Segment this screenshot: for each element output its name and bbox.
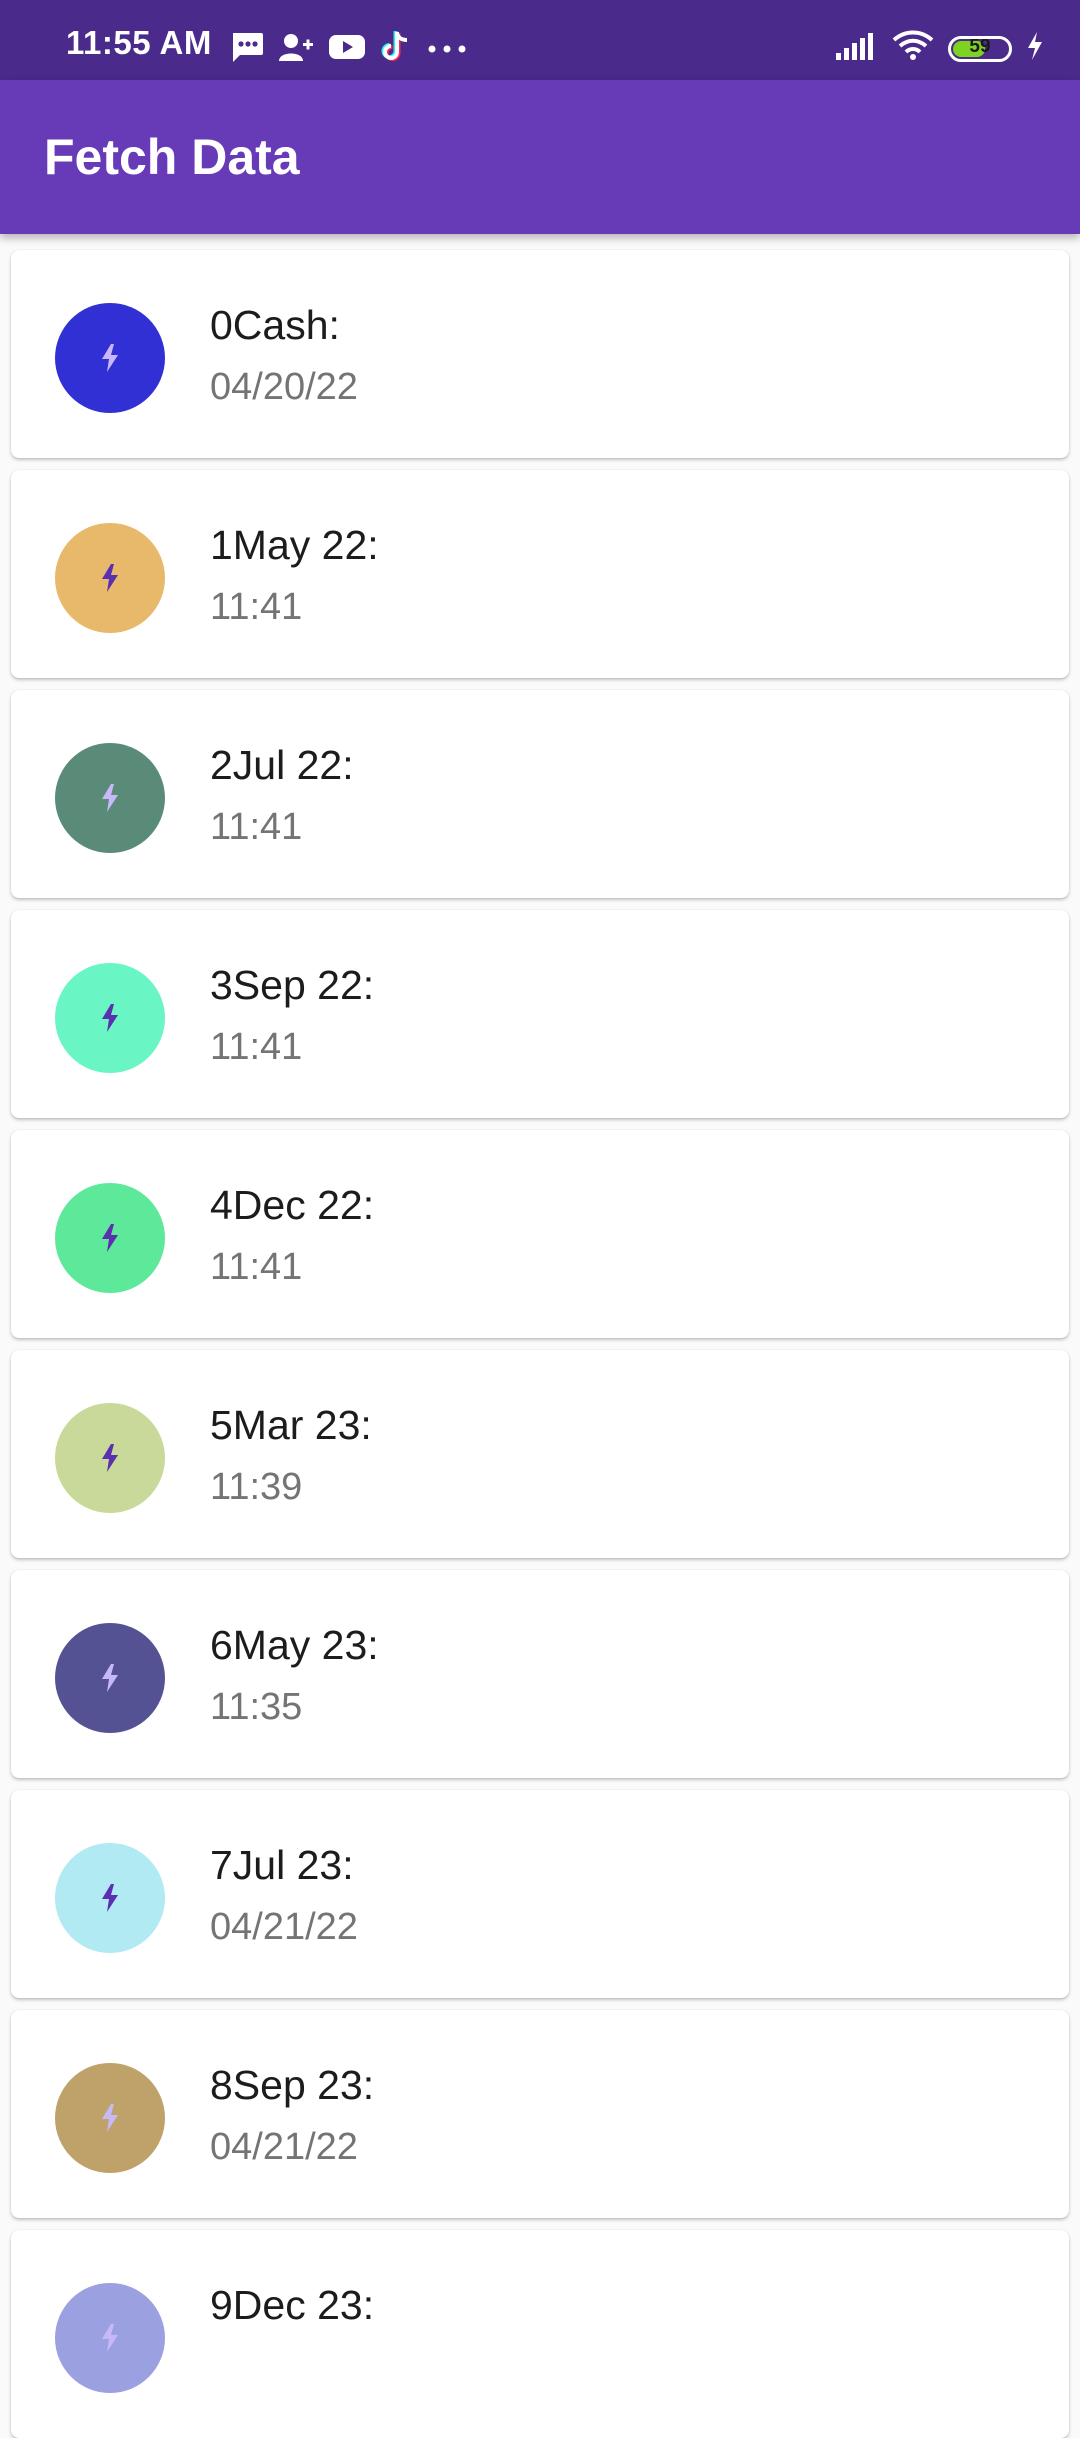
list-item-subtitle: 11:41 [210, 586, 303, 628]
youtube-icon [328, 32, 366, 67]
list-item-title: 3Sep 22: [210, 962, 375, 1008]
avatar [55, 2283, 165, 2393]
list-item[interactable]: 3Sep 22: 11:41 [11, 910, 1069, 1118]
avatar [55, 1843, 165, 1953]
list-item-title: 2Jul 22: [210, 742, 354, 788]
app-bar: Fetch Data [0, 80, 1080, 234]
list-item-title: 1May 22: [210, 522, 379, 568]
list-item-title: 9Dec 23: [210, 2282, 375, 2328]
list-item-title: 0Cash: [210, 302, 340, 348]
battery-icon: 59 [948, 35, 1012, 62]
lightning-bolt-icon [102, 1224, 118, 1252]
avatar [55, 523, 165, 633]
list-item-subtitle: 11:41 [210, 1246, 303, 1288]
lightning-bolt-icon [102, 784, 118, 812]
list-item[interactable]: 6May 23: 11:35 [11, 1570, 1069, 1778]
list-item-title: 6May 23: [210, 1622, 379, 1668]
list-item-subtitle: 11:41 [210, 806, 303, 848]
list-item-subtitle: 04/20/22 [210, 366, 358, 408]
list-item[interactable]: 7Jul 23: 04/21/22 [11, 1790, 1069, 1998]
list-item-subtitle: 11:41 [210, 1026, 303, 1068]
list-item[interactable]: 1May 22: 11:41 [11, 470, 1069, 678]
list-item-subtitle: 11:35 [210, 1686, 303, 1728]
more-dots-icon [426, 41, 468, 59]
lightning-bolt-icon [102, 1004, 118, 1032]
status-time: 11:55 AM [66, 24, 212, 61]
list-item-subtitle: 04/21/22 [210, 2126, 358, 2168]
status-system-icons: 59 [834, 30, 1044, 67]
list-item[interactable]: 9Dec 23: [11, 2230, 1069, 2438]
lightning-bolt-icon [102, 344, 118, 372]
tiktok-icon [380, 30, 412, 69]
page-title: Fetch Data [44, 129, 300, 185]
list-item-subtitle: 11:39 [210, 1466, 303, 1508]
list-item-title: 5Mar 23: [210, 1402, 372, 1448]
avatar [55, 743, 165, 853]
avatar [55, 2063, 165, 2173]
status-notification-icons [230, 30, 468, 69]
avatar [55, 1623, 165, 1733]
avatar [55, 1403, 165, 1513]
add-contact-icon [278, 31, 314, 68]
list-item[interactable]: 0Cash: 04/20/22 [11, 250, 1069, 458]
list-item-title: 4Dec 22: [210, 1182, 375, 1228]
lightning-bolt-icon [102, 2324, 118, 2352]
status-bar: 11:55 AM 59 [0, 0, 1080, 80]
avatar [55, 963, 165, 1073]
wifi-icon [892, 30, 934, 67]
signal-icon [834, 31, 878, 66]
list-item[interactable]: 4Dec 22: 11:41 [11, 1130, 1069, 1338]
charging-bolt-icon [1026, 31, 1044, 66]
lightning-bolt-icon [102, 1664, 118, 1692]
list-item-subtitle: 04/21/22 [210, 1906, 358, 1948]
list-item-title: 7Jul 23: [210, 1842, 354, 1888]
lightning-bolt-icon [102, 1884, 118, 1912]
lightning-bolt-icon [102, 2104, 118, 2132]
lightning-bolt-icon [102, 564, 118, 592]
list-item[interactable]: 8Sep 23: 04/21/22 [11, 2010, 1069, 2218]
message-icon [230, 31, 264, 68]
avatar [55, 303, 165, 413]
battery-level-text: 59 [969, 35, 991, 57]
list-item[interactable]: 5Mar 23: 11:39 [11, 1350, 1069, 1558]
avatar [55, 1183, 165, 1293]
list-item-title: 8Sep 23: [210, 2062, 375, 2108]
lightning-bolt-icon [102, 1444, 118, 1472]
list-item[interactable]: 2Jul 22: 11:41 [11, 690, 1069, 898]
